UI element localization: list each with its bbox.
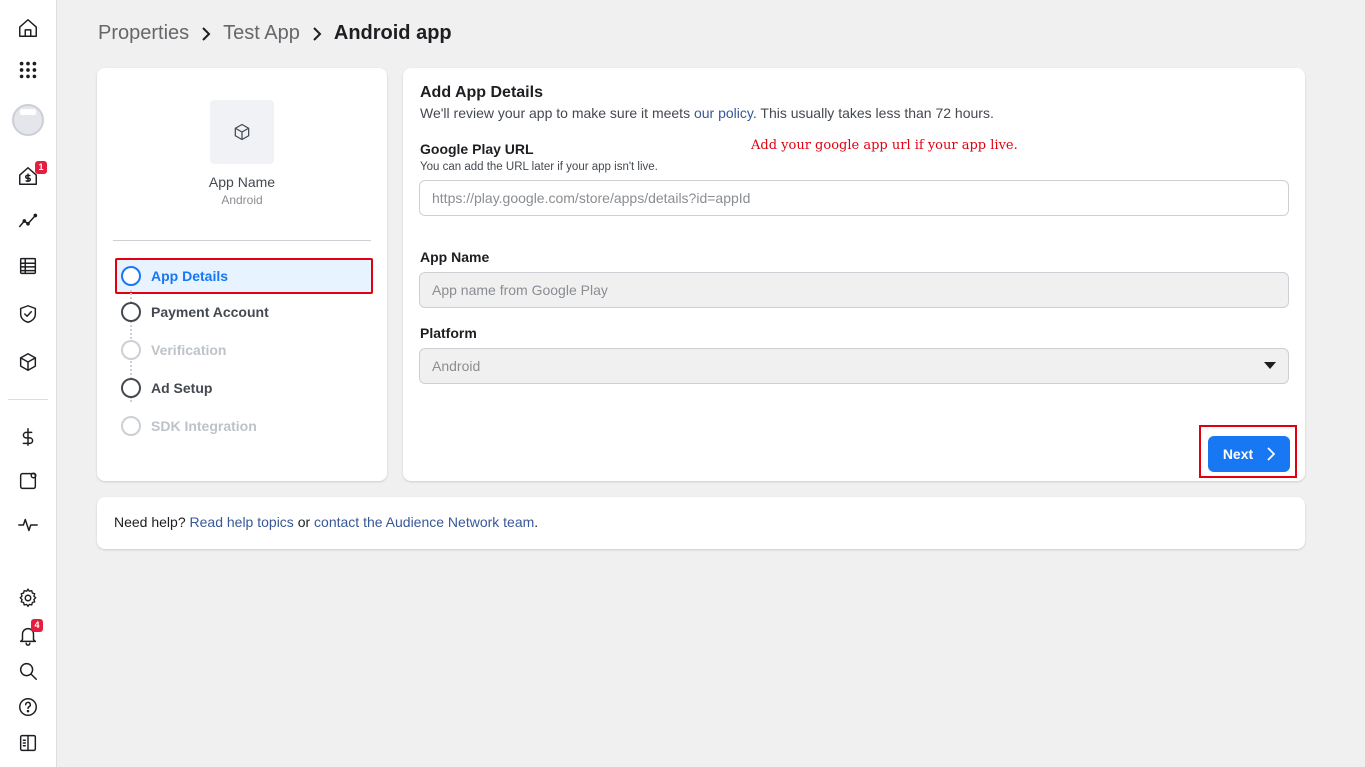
- breadcrumb: Properties Test App Android app: [98, 22, 452, 45]
- app-summary-card: App Name Android App Details Payment Acc…: [97, 68, 387, 481]
- step-label: Ad Setup: [151, 380, 213, 396]
- notifications-badge: 4: [31, 619, 43, 632]
- next-button-label: Next: [1222, 446, 1254, 462]
- cube-icon[interactable]: [16, 350, 40, 374]
- step-circle-icon: [121, 416, 141, 436]
- step-label: Payment Account: [151, 304, 269, 320]
- page-icon[interactable]: [16, 469, 40, 493]
- settings-gear-icon[interactable]: [16, 586, 40, 610]
- add-app-details-card: Add App Details We'll review your app to…: [403, 68, 1305, 481]
- step-circle-icon: [121, 266, 141, 286]
- performance-chart-icon[interactable]: [16, 209, 40, 233]
- step-label: App Details: [151, 268, 229, 284]
- left-rail: 1 4: [0, 0, 57, 767]
- step-payment-account[interactable]: Payment Account: [115, 294, 373, 330]
- breadcrumb-properties[interactable]: Properties: [98, 22, 189, 45]
- step-ad-setup[interactable]: Ad Setup: [115, 370, 373, 406]
- step-label: Verification: [151, 342, 227, 358]
- caret-down-icon: [1264, 362, 1276, 369]
- chevron-right-icon: [312, 26, 322, 42]
- breadcrumb-test-app[interactable]: Test App: [223, 22, 300, 45]
- next-button[interactable]: Next: [1208, 436, 1290, 472]
- rail-divider: [8, 399, 48, 400]
- step-circle-icon: [121, 340, 141, 360]
- google-play-url-label: Google Play URL: [420, 141, 534, 157]
- divider: [113, 240, 371, 241]
- step-circle-icon: [121, 378, 141, 398]
- step-label: SDK Integration: [151, 418, 257, 434]
- help-question-icon[interactable]: [16, 695, 40, 719]
- reports-table-icon[interactable]: [16, 254, 40, 278]
- app-platform: Android: [221, 193, 263, 207]
- home-icon[interactable]: [16, 16, 40, 40]
- step-app-details[interactable]: App Details: [115, 258, 373, 294]
- help-card: Need help? Read help topics or contact t…: [97, 497, 1305, 549]
- contact-team-link[interactable]: contact the Audience Network team: [314, 514, 534, 530]
- google-play-url-hint: You can add the URL later if your app is…: [420, 161, 658, 173]
- breadcrumb-current: Android app: [333, 22, 452, 44]
- search-icon[interactable]: [16, 659, 40, 683]
- sidebar-toggle-icon[interactable]: [16, 731, 40, 755]
- app-name: App Name: [208, 174, 276, 190]
- platform-value: Android: [432, 358, 481, 374]
- app-name-label: App Name: [420, 249, 490, 265]
- next-button-highlight: Next: [1199, 425, 1297, 478]
- section-description: We'll review your app to make sure it me…: [420, 105, 994, 121]
- step-verification: Verification: [115, 332, 373, 368]
- step-circle-icon: [121, 302, 141, 322]
- app-name-input[interactable]: [419, 272, 1289, 308]
- chevron-right-icon: [1267, 447, 1276, 461]
- dollar-icon[interactable]: [16, 425, 40, 449]
- annotation-note: Add your google app url if your app live…: [751, 138, 1018, 153]
- policy-link[interactable]: our policy: [694, 105, 753, 121]
- help-topics-link[interactable]: Read help topics: [190, 514, 294, 530]
- cube-icon: [234, 123, 250, 141]
- google-play-url-input[interactable]: [419, 180, 1289, 216]
- monetization-badge: 1: [35, 161, 47, 174]
- help-text: Need help? Read help topics or contact t…: [114, 514, 539, 530]
- apps-grid-icon[interactable]: [16, 58, 40, 82]
- app-thumbnail: [210, 100, 274, 164]
- account-avatar[interactable]: [12, 104, 44, 136]
- platform-label: Platform: [420, 325, 477, 341]
- section-title: Add App Details: [420, 84, 543, 101]
- shield-check-icon[interactable]: [16, 302, 40, 326]
- platform-select[interactable]: Android: [419, 348, 1289, 384]
- step-sdk-integration: SDK Integration: [115, 408, 373, 444]
- chevron-right-icon: [201, 26, 211, 42]
- activity-pulse-icon[interactable]: [16, 513, 40, 537]
